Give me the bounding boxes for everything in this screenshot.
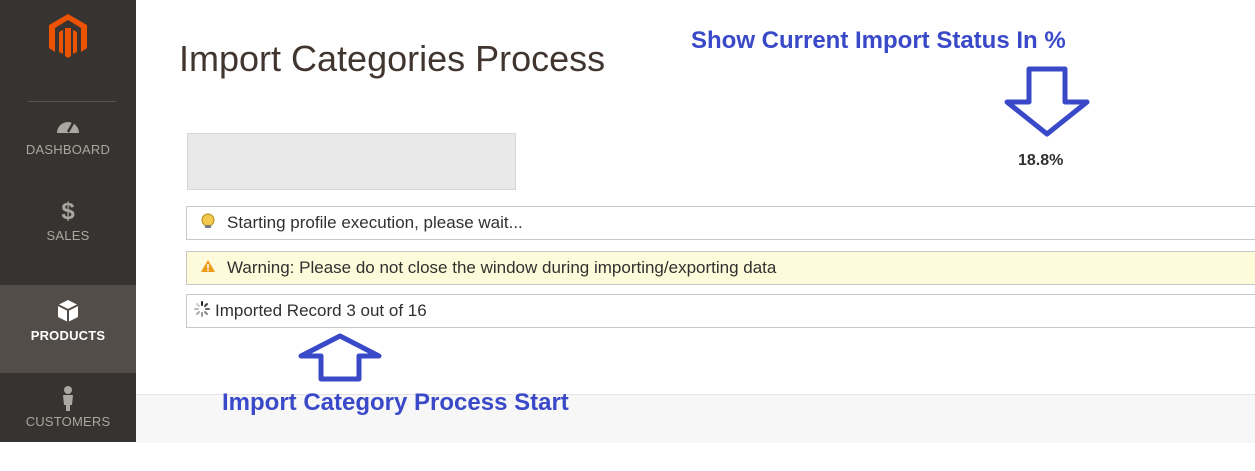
sidebar-divider bbox=[28, 101, 116, 102]
lightbulb-icon bbox=[197, 212, 219, 235]
info-message: Starting profile execution, please wait.… bbox=[186, 206, 1255, 240]
admin-sidebar: DASHBOARD $ SALES PRODUCTS CUSTOMERS bbox=[0, 0, 136, 442]
progress-percent: 18.8% bbox=[1018, 152, 1064, 169]
annotation-current-status: Show Current Import Status In % bbox=[691, 27, 1066, 54]
warning-message: Warning: Please do not close the window … bbox=[186, 251, 1255, 285]
loading-spinner-icon bbox=[193, 300, 211, 323]
warning-message-text: Warning: Please do not close the window … bbox=[227, 258, 777, 277]
sidebar-item-dashboard[interactable]: DASHBOARD bbox=[0, 113, 136, 199]
progress-fill bbox=[188, 134, 250, 189]
sidebar-item-customers[interactable]: CUSTOMERS bbox=[0, 385, 136, 471]
status-message: Imported Record 3 out of 16 bbox=[186, 294, 1255, 328]
page-title: Import Categories Process bbox=[179, 38, 606, 79]
speedometer-icon bbox=[0, 113, 136, 139]
box-icon bbox=[0, 299, 136, 325]
status-message-text: Imported Record 3 out of 16 bbox=[215, 301, 427, 320]
magento-logo[interactable] bbox=[45, 12, 91, 58]
sidebar-item-sales[interactable]: $ SALES bbox=[0, 199, 136, 285]
sidebar-item-label: CUSTOMERS bbox=[25, 414, 111, 429]
warning-icon bbox=[197, 258, 219, 278]
info-message-text: Starting profile execution, please wait.… bbox=[227, 213, 523, 232]
sidebar-item-label: PRODUCTS bbox=[30, 328, 106, 343]
import-progress-bar bbox=[187, 133, 516, 190]
arrow-down-icon bbox=[1002, 66, 1092, 143]
annotation-process-start: Import Category Process Start bbox=[222, 389, 569, 416]
person-icon bbox=[0, 385, 136, 411]
sidebar-item-label: DASHBOARD bbox=[25, 142, 111, 157]
dollar-icon: $ bbox=[61, 198, 75, 225]
sidebar-item-label: SALES bbox=[46, 228, 90, 243]
arrow-up-icon bbox=[295, 332, 385, 387]
sidebar-item-products[interactable]: PRODUCTS bbox=[0, 285, 136, 373]
